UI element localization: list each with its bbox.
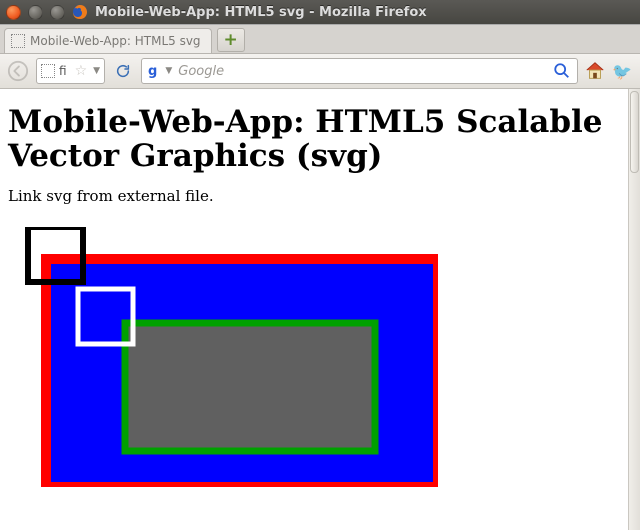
tab-strip: Mobile-Web-App: HTML5 svg +: [0, 24, 640, 54]
svg-demo: [8, 227, 438, 487]
search-icon[interactable]: [553, 62, 571, 80]
address-text: fi: [59, 64, 67, 78]
bookmark-star-icon[interactable]: ☆: [75, 63, 88, 79]
tab-label: Mobile-Web-App: HTML5 svg: [30, 34, 201, 48]
back-button[interactable]: [6, 59, 30, 83]
page-title: Mobile-Web-App: HTML5 Scalable Vector Gr…: [8, 105, 622, 173]
window-title: Mobile-Web-App: HTML5 svg - Mozilla Fire…: [95, 5, 427, 20]
address-bar[interactable]: fi ☆ ▼: [36, 58, 105, 84]
svg-inner-rect: [125, 323, 375, 451]
scrollbar[interactable]: [628, 89, 640, 530]
search-box[interactable]: goog ▼ Google: [141, 58, 578, 84]
page-paragraph: Link svg from external file.: [8, 187, 622, 205]
new-tab-button[interactable]: +: [217, 28, 245, 52]
page-viewport: Mobile-Web-App: HTML5 Scalable Vector Gr…: [0, 89, 640, 530]
window-minimize-button[interactable]: [28, 5, 43, 20]
google-logo-icon: goog: [148, 64, 157, 79]
scrollbar-thumb[interactable]: [630, 91, 639, 173]
page-content: Mobile-Web-App: HTML5 Scalable Vector Gr…: [8, 89, 622, 491]
search-engine-dropdown-icon[interactable]: ▼: [165, 66, 172, 76]
window-titlebar: Mobile-Web-App: HTML5 svg - Mozilla Fire…: [0, 0, 640, 24]
site-identity-icon[interactable]: [41, 64, 55, 78]
address-dropdown-icon[interactable]: ▼: [93, 66, 100, 76]
window-maximize-button[interactable]: [50, 5, 65, 20]
tab-active[interactable]: Mobile-Web-App: HTML5 svg: [4, 28, 212, 53]
firefox-icon: [72, 4, 88, 20]
window-close-button[interactable]: [6, 5, 21, 20]
page-favicon: [11, 34, 25, 48]
reload-button[interactable]: [111, 59, 135, 83]
nav-toolbar: fi ☆ ▼ goog ▼ Google 🐦: [0, 54, 640, 89]
addon-icon[interactable]: 🐦: [612, 62, 634, 80]
home-button[interactable]: [584, 60, 606, 82]
search-placeholder: Google: [178, 64, 547, 79]
